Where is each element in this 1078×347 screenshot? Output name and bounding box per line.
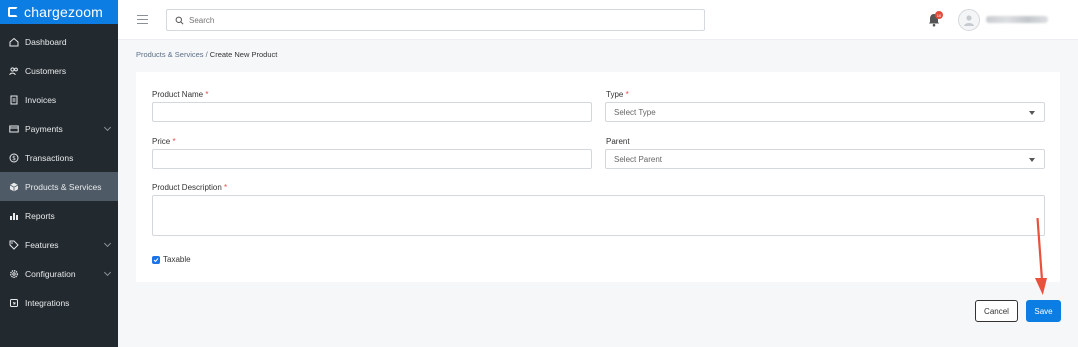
chart-icon <box>9 211 19 221</box>
annotation-arrow-icon <box>1035 218 1047 295</box>
search-box[interactable] <box>166 9 705 31</box>
tag-icon <box>9 240 19 250</box>
chevron-down-icon <box>103 123 112 132</box>
plug-icon <box>9 298 19 308</box>
sidebar-item-label: Products & Services <box>25 181 102 192</box>
type-select-value: Select Type <box>614 107 656 117</box>
sidebar-item-label: Features <box>25 239 59 250</box>
product-form-card: Product Name * Type * Select Type Price … <box>136 72 1060 282</box>
sidebar-item-configuration[interactable]: Configuration <box>0 259 118 288</box>
box-icon <box>9 182 19 192</box>
breadcrumb-current: Create New Product <box>209 50 278 59</box>
notification-badge: 10 <box>935 11 943 19</box>
sidebar-item-integrations[interactable]: Integrations <box>0 288 118 317</box>
top-bar: 10 <box>118 0 1078 40</box>
sidebar-item-dashboard[interactable]: Dashboard <box>0 27 118 56</box>
price-input[interactable] <box>152 149 592 169</box>
gear-icon <box>9 269 19 279</box>
parent-label: Parent <box>606 137 630 146</box>
sidebar-item-label: Reports <box>25 210 55 221</box>
taxable-label: Taxable <box>163 255 191 264</box>
product-description-label: Product Description * <box>152 183 228 192</box>
sidebar-item-payments[interactable]: Payments <box>0 114 118 143</box>
card-icon <box>9 124 19 134</box>
username-blurred[interactable] <box>986 16 1048 23</box>
product-name-input[interactable] <box>152 102 592 122</box>
sidebar-item-label: Transactions <box>25 152 74 163</box>
invoice-icon <box>9 95 19 105</box>
price-label: Price * <box>152 137 176 146</box>
home-icon <box>9 37 19 47</box>
chevron-down-icon <box>103 268 112 277</box>
search-icon <box>175 16 184 24</box>
chargezoom-logo-icon <box>8 7 18 17</box>
breadcrumb: Products & Services / Create New Product <box>136 50 277 59</box>
parent-select-value: Select Parent <box>614 154 663 164</box>
caret-down-icon <box>1029 111 1035 115</box>
users-icon <box>9 66 19 76</box>
sidebar-item-customers[interactable]: Customers <box>0 56 118 85</box>
sidebar-item-label: Integrations <box>25 297 70 308</box>
brand-name: chargezoom <box>24 4 104 20</box>
sidebar-item-label: Customers <box>25 65 67 76</box>
svg-text:$: $ <box>12 155 16 162</box>
avatar[interactable] <box>958 9 980 31</box>
checkbox-checked-icon[interactable] <box>152 255 160 264</box>
brand-header[interactable]: chargezoom <box>0 0 118 24</box>
sidebar-item-invoices[interactable]: Invoices <box>0 85 118 114</box>
product-name-label: Product Name * <box>152 90 209 99</box>
taxable-checkbox[interactable]: Taxable <box>152 255 191 264</box>
sidebar-item-products-services[interactable]: Products & Services <box>0 172 118 201</box>
cancel-button[interactable]: Cancel <box>975 300 1018 322</box>
sidebar-item-features[interactable]: Features <box>0 230 118 259</box>
chevron-down-icon <box>103 239 112 248</box>
type-label: Type * <box>606 90 629 99</box>
search-input[interactable] <box>189 15 689 25</box>
parent-select[interactable]: Select Parent <box>605 149 1045 169</box>
breadcrumb-parent[interactable]: Products & Services <box>136 50 204 59</box>
dollar-icon: $ <box>9 153 19 163</box>
save-button[interactable]: Save <box>1026 300 1061 322</box>
caret-down-icon <box>1029 158 1035 162</box>
sidebar-item-transactions[interactable]: $ Transactions <box>0 143 118 172</box>
hamburger-menu-icon[interactable] <box>137 15 148 27</box>
sidebar-item-label: Payments <box>25 123 63 134</box>
sidebar-nav: Dashboard Customers Invoices Payments $ … <box>0 27 118 317</box>
sidebar-item-label: Dashboard <box>25 36 67 47</box>
sidebar: chargezoom Dashboard Customers Invoices … <box>0 0 118 347</box>
sidebar-item-reports[interactable]: Reports <box>0 201 118 230</box>
sidebar-item-label: Invoices <box>25 94 57 105</box>
sidebar-item-label: Configuration <box>25 268 76 279</box>
product-description-textarea[interactable] <box>152 195 1045 236</box>
user-avatar-icon <box>964 15 974 26</box>
type-select[interactable]: Select Type <box>605 102 1045 122</box>
